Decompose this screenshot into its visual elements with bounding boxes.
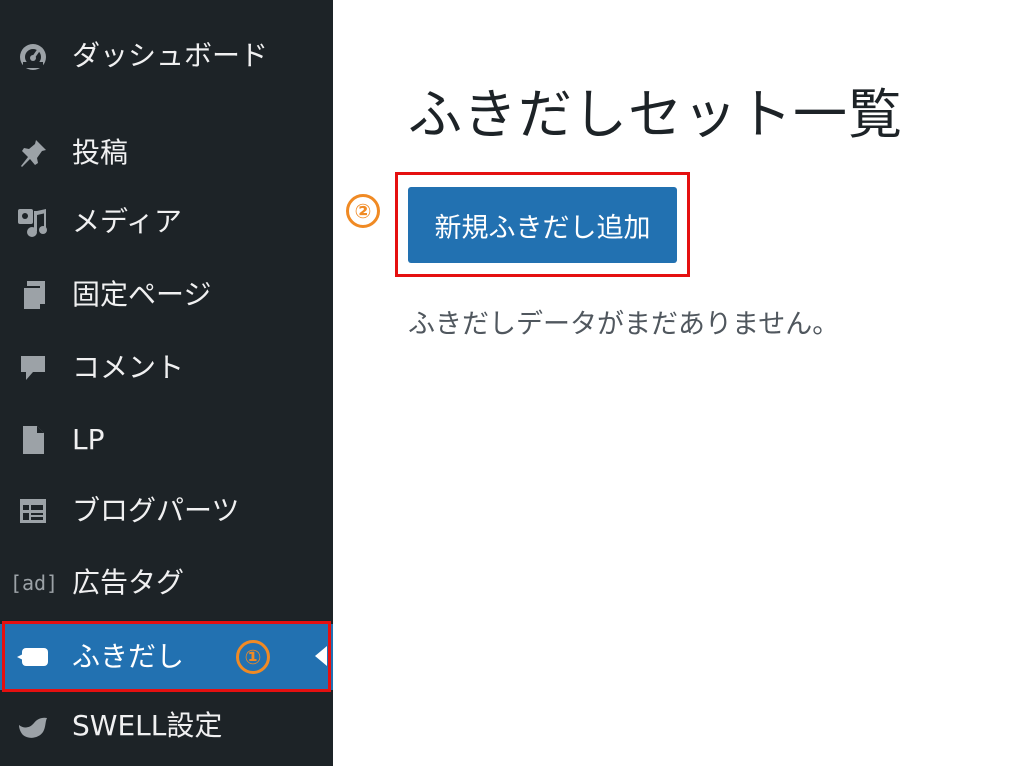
sidebar-item-posts[interactable]: 投稿 [0,121,333,185]
pages-icon [16,278,50,312]
media-icon [16,205,50,239]
sidebar-item-lp[interactable]: LP [0,408,333,472]
sidebar-item-label: ブログパーツ [72,494,240,527]
sidebar-item-label: ふきだし [72,640,185,673]
sidebar-item-label: 投稿 [72,136,129,169]
sidebar-item-label: 広告タグ [72,566,185,599]
sidebar-item-media[interactable]: メディア [0,190,333,254]
active-indicator-arrow [315,646,327,666]
ad-icon: [ad] [8,566,60,600]
admin-sidebar: ダッシュボード 投稿 メディア 固定ページ コメント LP ブログパーツ [ad… [0,0,333,766]
step-badge-2: ② [346,194,380,228]
step-badge-1: ① [236,640,270,674]
page-title: ふきだしセット一覧 [408,83,903,146]
sidebar-item-label: メディア [72,205,183,238]
swell-icon [16,709,50,743]
document-icon [16,423,50,457]
sidebar-item-label: SWELL設定 [72,709,223,742]
sidebar-item-dashboard[interactable]: ダッシュボード [0,24,333,88]
add-new-fukidashi-button[interactable]: 新規ふきだし追加 [408,187,677,263]
sidebar-item-label: ダッシュボード [72,39,269,72]
sidebar-item-ad-tags[interactable]: [ad] 広告タグ [0,551,333,615]
grid-icon [16,494,50,528]
sidebar-item-swell-settings[interactable]: SWELL設定 [0,694,333,758]
pin-icon [16,136,50,170]
sidebar-item-label: LP [72,423,105,456]
sidebar-item-fukidashi[interactable]: ふきだし [0,624,333,690]
sidebar-item-comments[interactable]: コメント [0,336,333,400]
sidebar-item-label: 固定ページ [72,278,212,311]
speech-bubble-icon [16,640,50,674]
sidebar-item-blog-parts[interactable]: ブログパーツ [0,479,333,543]
sidebar-item-pages[interactable]: 固定ページ [0,263,333,327]
ad-icon-text: [ad] [9,571,59,595]
empty-state-message: ふきだしデータがまだありません。 [408,309,840,340]
dashboard-icon [16,39,50,73]
comment-icon [16,351,50,385]
sidebar-item-label: コメント [72,351,185,384]
